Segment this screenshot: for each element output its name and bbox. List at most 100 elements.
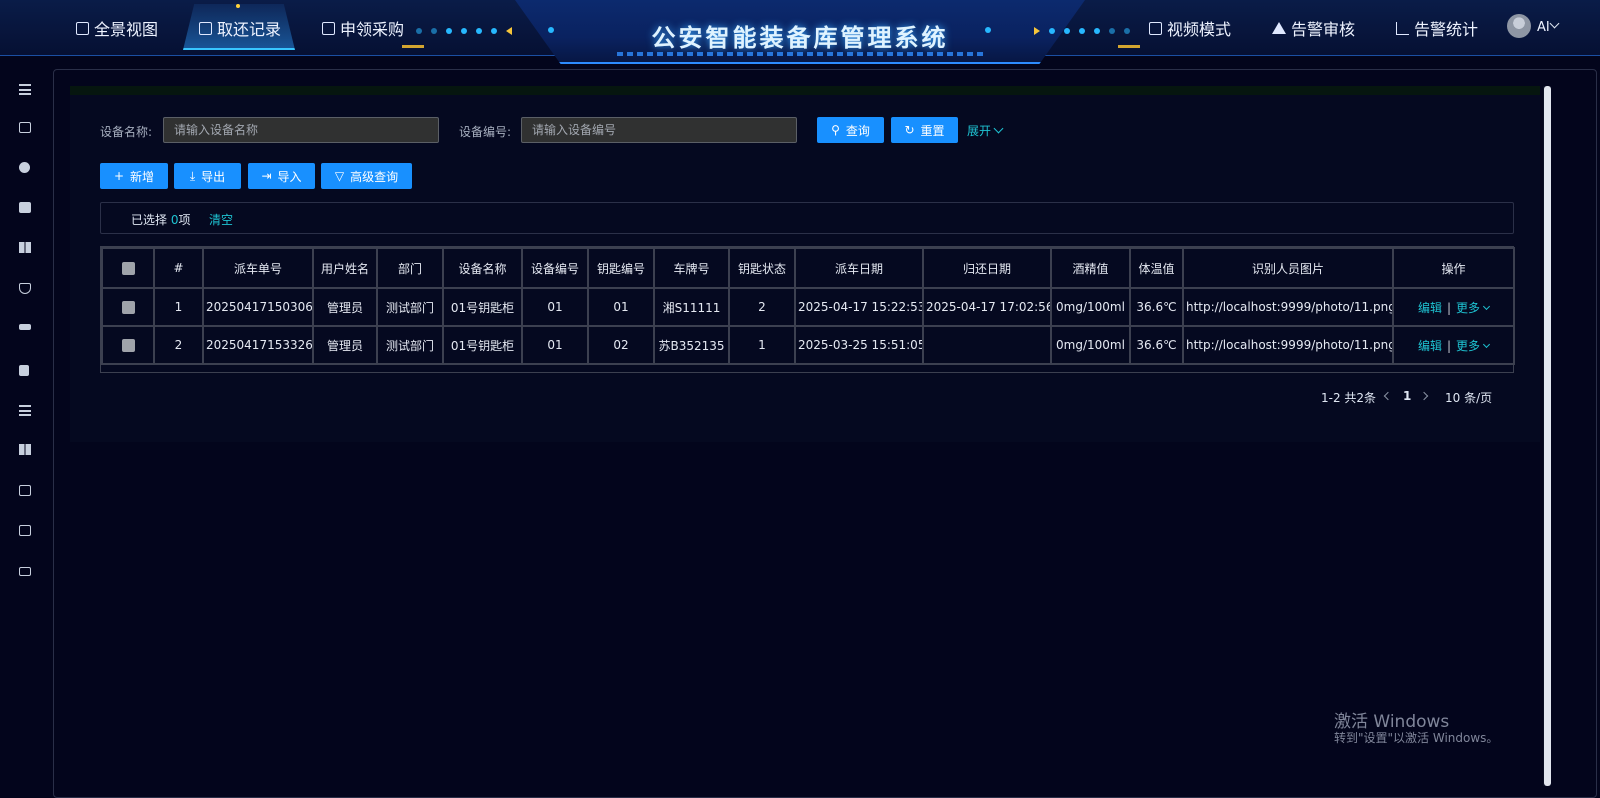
col-photo: 识别人员图片 bbox=[1182, 247, 1394, 289]
row-checkbox[interactable] bbox=[121, 301, 135, 314]
file-icon[interactable] bbox=[19, 365, 29, 376]
reset-button[interactable]: ↻ 重置 bbox=[891, 117, 958, 143]
page-size-select[interactable]: 10 条/页 bbox=[1445, 389, 1492, 406]
table-header-row: # 派车单号 用户姓名 部门 设备名称 设备编号 钥匙编号 车牌号 钥匙状态 派… bbox=[101, 247, 1515, 289]
nav-video-mode[interactable]: 视频模式 bbox=[1149, 12, 1231, 44]
export-button-label: 导出 bbox=[201, 169, 226, 184]
cell-alcohol: 0mg/100ml bbox=[1050, 325, 1131, 365]
row-checkbox-cell[interactable] bbox=[101, 287, 155, 327]
folder-icon[interactable] bbox=[19, 567, 31, 576]
chevron-down-icon[interactable] bbox=[1549, 18, 1560, 29]
cell-photo: http://localhost:9999/photo/11.png bbox=[1182, 287, 1394, 327]
cell-device-code: 01 bbox=[521, 325, 589, 365]
selection-prefix: 已选择 bbox=[131, 213, 168, 227]
cell-device: 01号钥匙柜 bbox=[442, 325, 523, 365]
search-icon: ⚲ bbox=[831, 123, 840, 137]
advanced-query-button[interactable]: ▽ 高级查询 bbox=[321, 163, 412, 189]
cell-return-date: 2025-04-17 17:02:56 bbox=[922, 287, 1052, 327]
expand-toggle[interactable]: 展开 bbox=[967, 122, 1004, 139]
nav-alarm-stats-label: 告警统计 bbox=[1414, 20, 1479, 39]
pagination-summary: 1-2 共2条 bbox=[1321, 391, 1377, 405]
shield-icon[interactable] bbox=[19, 283, 31, 294]
menu-icon[interactable] bbox=[19, 84, 31, 95]
purchase-icon bbox=[322, 21, 335, 35]
more-link[interactable]: 更多 bbox=[1456, 301, 1480, 315]
accent-bar-left bbox=[402, 45, 424, 48]
nav-panorama[interactable]: 全景视图 bbox=[76, 12, 158, 44]
warning-icon bbox=[1272, 22, 1286, 34]
nav-records[interactable]: 取还记录 bbox=[199, 12, 281, 44]
cell-dept: 测试部门 bbox=[376, 325, 444, 365]
cell-key-status: 2 bbox=[728, 287, 796, 327]
col-dispatch-date: 派车日期 bbox=[794, 247, 924, 289]
row-checkbox-cell[interactable] bbox=[101, 325, 155, 365]
col-alcohol: 酒精值 bbox=[1050, 247, 1131, 289]
video-icon bbox=[1149, 21, 1162, 35]
device-name-input[interactable] bbox=[163, 117, 439, 143]
chart-icon bbox=[1396, 21, 1409, 35]
advanced-query-label: 高级查询 bbox=[350, 169, 399, 184]
list-icon[interactable] bbox=[19, 405, 31, 416]
paint-roller-icon[interactable] bbox=[19, 324, 31, 330]
col-order-no: 派车单号 bbox=[202, 247, 314, 289]
nav-alarm-review[interactable]: 告警审核 bbox=[1272, 12, 1355, 44]
nav-active-dot bbox=[236, 4, 240, 8]
more-link[interactable]: 更多 bbox=[1456, 339, 1480, 353]
cell-index: 1 bbox=[153, 287, 204, 327]
card-top-strip bbox=[70, 86, 1540, 95]
cell-order-no: 20250417150306 bbox=[202, 287, 314, 327]
col-user: 用户姓名 bbox=[312, 247, 378, 289]
cell-return-date bbox=[922, 325, 1052, 365]
import-button-label: 导入 bbox=[277, 169, 302, 184]
chevron-down-icon[interactable] bbox=[1482, 340, 1491, 348]
accent-bar-right bbox=[1118, 45, 1140, 48]
col-return-date: 归还日期 bbox=[922, 247, 1052, 289]
user-name[interactable]: AI bbox=[1537, 20, 1550, 35]
record-icon bbox=[199, 21, 212, 35]
selection-bar bbox=[100, 202, 1514, 234]
books-icon[interactable] bbox=[19, 242, 31, 253]
nav-purchase[interactable]: 申领采购 bbox=[322, 12, 404, 44]
device-code-input[interactable] bbox=[521, 117, 797, 143]
report-icon[interactable] bbox=[19, 485, 31, 496]
decor-arrow-right bbox=[985, 27, 991, 33]
cell-device: 01号钥匙柜 bbox=[442, 287, 523, 327]
document-icon[interactable] bbox=[19, 202, 31, 213]
chevron-down-icon[interactable] bbox=[1482, 302, 1491, 310]
nav-alarm-stats[interactable]: 告警统计 bbox=[1396, 12, 1478, 44]
table-icon[interactable] bbox=[19, 525, 31, 536]
nav-records-label: 取还记录 bbox=[217, 20, 282, 39]
query-button[interactable]: ⚲ 查询 bbox=[817, 117, 884, 143]
clear-selection-link[interactable]: 清空 bbox=[209, 211, 233, 228]
action-separator: | bbox=[1446, 300, 1452, 315]
cell-order-no: 20250417153326 bbox=[202, 325, 314, 365]
device-code-label: 设备编号: bbox=[459, 125, 512, 139]
selection-info: 已选择 0项 bbox=[131, 211, 191, 228]
yen-icon[interactable] bbox=[19, 162, 30, 173]
add-button[interactable]: + 新增 bbox=[100, 163, 168, 189]
activation-watermark-subtitle: 转到"设置"以激活 Windows。 bbox=[1334, 731, 1499, 745]
filter-icon: ▽ bbox=[334, 169, 345, 183]
edit-link[interactable]: 编辑 bbox=[1418, 339, 1442, 353]
top-header: 全景视图 取还记录 申领采购 公安智能装备库管理系统 视频模式 告警审核 告警统… bbox=[0, 0, 1600, 64]
export-button[interactable]: ⤓ 导出 bbox=[174, 163, 241, 189]
chevron-down-icon bbox=[993, 123, 1004, 134]
dashboard-icon[interactable] bbox=[19, 444, 31, 455]
import-button[interactable]: ⇥ 导入 bbox=[248, 163, 315, 189]
header-checkbox-cell[interactable] bbox=[101, 247, 155, 289]
current-page[interactable]: 1 bbox=[1403, 389, 1411, 403]
avatar[interactable] bbox=[1507, 14, 1531, 38]
cell-plate: 湘S11111 bbox=[653, 287, 730, 327]
edit-link[interactable]: 编辑 bbox=[1418, 301, 1442, 315]
scrollbar-thumb[interactable] bbox=[1544, 86, 1551, 786]
cell-key-status: 1 bbox=[728, 325, 796, 365]
decor-dots-left bbox=[416, 27, 512, 35]
cell-actions: 编辑 | 更多 bbox=[1392, 287, 1515, 327]
car-icon[interactable] bbox=[19, 122, 31, 133]
page-title: 公安智能装备库管理系统 bbox=[651, 24, 949, 52]
download-icon: ⤓ bbox=[189, 169, 196, 183]
select-all-checkbox[interactable] bbox=[121, 262, 135, 275]
nav-alarm-review-label: 告警审核 bbox=[1291, 20, 1356, 39]
row-checkbox[interactable] bbox=[121, 339, 135, 352]
cell-temp: 36.6℃ bbox=[1129, 287, 1184, 327]
